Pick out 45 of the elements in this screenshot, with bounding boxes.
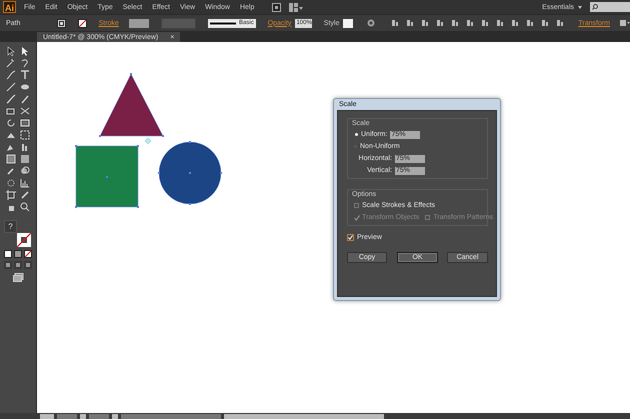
status-field[interactable] xyxy=(112,414,118,418)
panel-menu-icon[interactable] xyxy=(620,19,630,27)
search-field[interactable] xyxy=(590,2,630,12)
checkbox[interactable] xyxy=(354,203,359,208)
status-field[interactable] xyxy=(57,414,77,418)
status-field[interactable] xyxy=(224,414,384,418)
align-icon[interactable] xyxy=(421,19,430,27)
none-mode-icon[interactable] xyxy=(24,250,32,258)
tool-icon[interactable] xyxy=(20,178,30,188)
layout-icon[interactable] xyxy=(289,2,304,12)
gradient-mode-icon[interactable] xyxy=(14,250,22,258)
stroke-swatch-icon[interactable] xyxy=(78,18,87,28)
color-mode-icon[interactable] xyxy=(4,250,12,258)
stroke-line-icon xyxy=(210,22,236,24)
fill-swatch-icon[interactable] xyxy=(56,18,66,28)
tool-icon[interactable] xyxy=(6,190,16,200)
caret-icon xyxy=(578,6,582,8)
status-field[interactable] xyxy=(89,414,109,418)
fill-swatch[interactable]: ? xyxy=(4,220,17,233)
search-icon xyxy=(592,4,598,10)
align-icon[interactable] xyxy=(481,19,490,27)
align-icon[interactable] xyxy=(541,19,550,27)
align-icon[interactable] xyxy=(406,19,414,27)
screen-mode-icon[interactable] xyxy=(12,273,24,282)
align-icon[interactable] xyxy=(466,19,474,27)
align-icon[interactable] xyxy=(436,19,444,27)
radio-button[interactable] xyxy=(355,133,358,136)
align-icon[interactable] xyxy=(391,19,400,27)
checkbox[interactable] xyxy=(347,234,354,241)
stroke-swatch-icon[interactable] xyxy=(17,233,31,247)
status-field[interactable] xyxy=(40,414,54,418)
tool-icon[interactable] xyxy=(6,58,16,68)
app-logo: Ai xyxy=(3,1,16,13)
align-icon[interactable] xyxy=(526,19,534,27)
align-icon[interactable] xyxy=(496,19,504,27)
graphic-style-swatch-icon[interactable] xyxy=(343,18,354,28)
align-icon[interactable] xyxy=(451,19,460,27)
stroke-weight-field[interactable] xyxy=(128,18,149,28)
tool-icon[interactable] xyxy=(20,106,30,116)
align-icon[interactable] xyxy=(511,19,520,27)
tool-icon[interactable] xyxy=(20,202,30,212)
status-field[interactable] xyxy=(121,414,221,418)
tool-icon[interactable] xyxy=(20,70,30,80)
status-field[interactable] xyxy=(80,414,86,418)
align-icon[interactable] xyxy=(556,19,564,27)
